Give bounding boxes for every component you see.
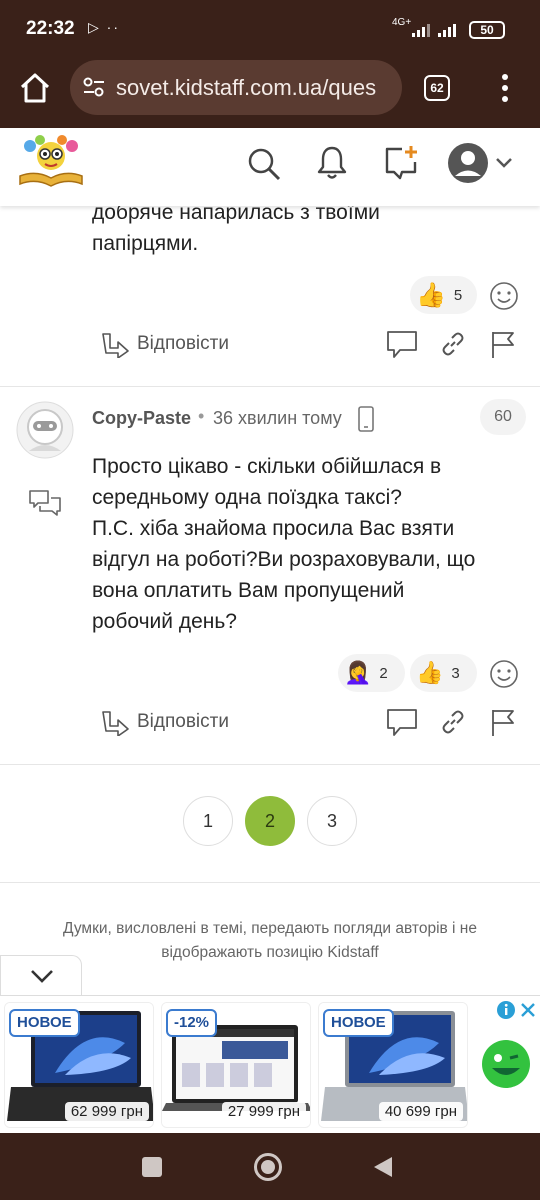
comment-number-badge[interactable]: 60 bbox=[480, 399, 526, 435]
mobile-device-icon bbox=[357, 406, 375, 437]
ad-badge: НОВОЕ bbox=[323, 1009, 394, 1037]
home-button[interactable] bbox=[254, 1153, 282, 1181]
comment-text-line: вона оплатить Вам пропущений bbox=[92, 579, 405, 602]
meta-dot: • bbox=[198, 406, 205, 426]
comment-text-line: папірцями. bbox=[92, 232, 199, 255]
signal-icon bbox=[412, 24, 430, 37]
report-flag-icon[interactable] bbox=[489, 707, 517, 742]
ad-collapse-button[interactable] bbox=[0, 955, 82, 997]
thread-replies-icon[interactable] bbox=[28, 489, 62, 522]
signal-icon-2 bbox=[438, 24, 456, 37]
reaction-facepalm-chip[interactable]: 🤦‍♀️ 2 bbox=[338, 654, 405, 692]
status-extra-icons: ▷ ·· bbox=[88, 19, 120, 35]
ad-price: 62 999 грн bbox=[64, 1102, 149, 1121]
ad-close-icon[interactable] bbox=[518, 1000, 538, 1025]
page-button-2-active[interactable]: 2 bbox=[245, 796, 295, 846]
page-button-3[interactable]: 3 bbox=[307, 796, 357, 846]
adchoices-info-icon[interactable] bbox=[496, 1000, 516, 1025]
home-icon[interactable] bbox=[18, 72, 52, 109]
user-avatar-menu[interactable] bbox=[446, 141, 518, 190]
ad-badge: -12% bbox=[166, 1009, 218, 1037]
url-text: sovet.kidstaff.com.ua/ques bbox=[116, 75, 377, 100]
ad-badge: НОВОЕ bbox=[9, 1009, 80, 1037]
reply-button[interactable]: Відповісти bbox=[137, 333, 229, 355]
advertiser-logo[interactable] bbox=[480, 1038, 532, 1095]
comment-author[interactable]: Copy-Paste bbox=[92, 408, 191, 429]
new-message-icon[interactable] bbox=[382, 144, 420, 187]
reaction-count: 5 bbox=[453, 286, 463, 304]
add-reaction-icon[interactable] bbox=[489, 659, 519, 694]
divider bbox=[0, 764, 540, 765]
status-time: 22:32 bbox=[26, 18, 75, 39]
reply-arrow-icon[interactable] bbox=[100, 708, 130, 741]
site-header bbox=[0, 128, 540, 206]
divider bbox=[0, 386, 540, 387]
comment-text-line: робочий день? bbox=[92, 610, 237, 633]
site-logo[interactable] bbox=[16, 134, 86, 195]
comment-time: 36 хвилин тому bbox=[213, 408, 342, 428]
reaction-count: 2 bbox=[379, 664, 388, 682]
disclaimer-line: відображають позицію Kidstaff bbox=[161, 944, 379, 961]
ad-product-card[interactable]: НОВОЕ 62 999 грн bbox=[4, 1002, 154, 1128]
page-button-1[interactable]: 1 bbox=[183, 796, 233, 846]
comment-text-line: середньому одна поїздка таксі? bbox=[92, 486, 402, 509]
link-icon[interactable] bbox=[440, 331, 466, 362]
browser-toolbar: sovet.kidstaff.com.ua/ques 62 bbox=[0, 60, 540, 128]
comment-text-line: П.С. хіба знайома просила Вас взяти bbox=[92, 517, 455, 540]
site-settings-icon[interactable] bbox=[82, 76, 106, 103]
add-reaction-icon[interactable] bbox=[489, 281, 519, 316]
notifications-bell-icon[interactable] bbox=[316, 145, 348, 186]
report-flag-icon[interactable] bbox=[489, 329, 517, 364]
ad-product-card[interactable]: -12% 27 999 грн bbox=[161, 1002, 311, 1128]
more-menu-icon[interactable] bbox=[500, 72, 510, 109]
tab-switcher-button[interactable]: 62 bbox=[424, 75, 450, 101]
reply-arrow-icon[interactable] bbox=[100, 330, 130, 363]
search-icon[interactable] bbox=[246, 146, 282, 187]
reaction-like-chip[interactable]: 👍 5 bbox=[410, 276, 477, 314]
status-bar: 22:32 ▷ ·· 4G+ 50 bbox=[0, 0, 540, 60]
comment-bubble-icon[interactable] bbox=[386, 329, 418, 364]
reaction-like-chip[interactable]: 👍 3 bbox=[410, 654, 477, 692]
comment-text-line: відгул на роботі?Ви розраховували, що bbox=[92, 548, 476, 571]
ad-product-card[interactable]: НОВОЕ 40 699 грн bbox=[318, 1002, 468, 1128]
ad-price: 27 999 грн bbox=[221, 1102, 306, 1121]
ad-banner: НОВОЕ 62 999 грн -12% 27 999 грн НОВОЕ 4… bbox=[0, 995, 540, 1133]
chevron-down-icon bbox=[31, 970, 53, 983]
disclaimer-line: Думки, висловлені в темі, передають погл… bbox=[63, 920, 477, 937]
recents-button[interactable] bbox=[142, 1157, 162, 1177]
ad-price: 40 699 грн bbox=[378, 1102, 463, 1121]
reaction-count: 3 bbox=[451, 664, 460, 682]
thumbs-up-icon: 👍 bbox=[416, 660, 444, 685]
network-type: 4G+ bbox=[392, 17, 412, 28]
reply-button[interactable]: Відповісти bbox=[137, 711, 229, 733]
divider bbox=[0, 882, 540, 883]
link-icon[interactable] bbox=[440, 709, 466, 740]
comment-text-line: Просто цікаво - скільки обійшлася в bbox=[92, 455, 442, 478]
back-button[interactable] bbox=[372, 1155, 394, 1184]
avatar[interactable] bbox=[16, 401, 74, 464]
system-navigation-bar bbox=[0, 1133, 540, 1200]
facepalm-icon: 🤦‍♀️ bbox=[344, 660, 372, 685]
battery-icon: 50 bbox=[469, 21, 505, 39]
comment-bubble-icon[interactable] bbox=[386, 707, 418, 742]
thumbs-up-icon: 👍 bbox=[416, 281, 446, 309]
url-field[interactable]: sovet.kidstaff.com.ua/ques bbox=[70, 60, 402, 115]
